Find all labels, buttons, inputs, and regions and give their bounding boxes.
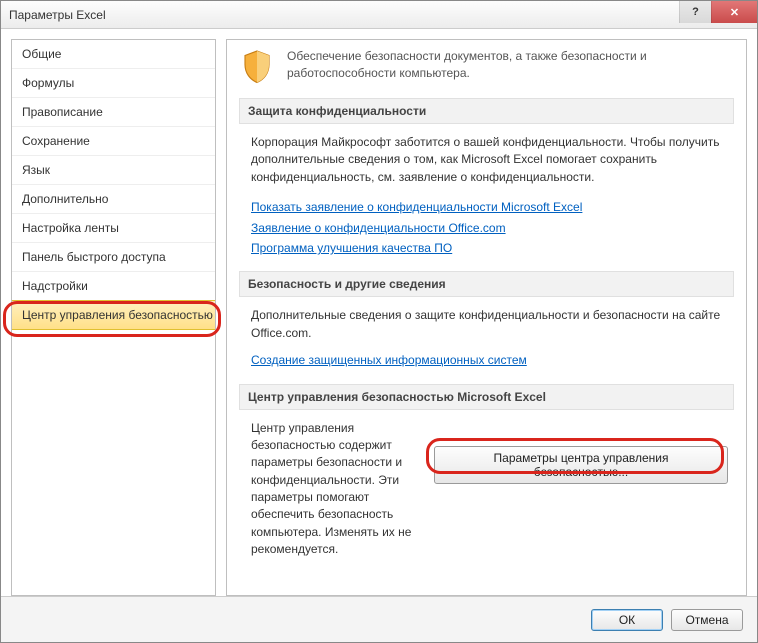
privacy-text: Корпорация Майкрософт заботится о вашей … (251, 134, 728, 186)
trust-center-desc: Центр управления безопасностью содержит … (251, 420, 416, 559)
shield-icon (239, 48, 275, 84)
sidebar: Общие Формулы Правописание Сохранение Яз… (11, 39, 216, 596)
ok-button[interactable]: ОК (591, 609, 663, 631)
content-panel: Обеспечение безопасности документов, а т… (226, 39, 747, 596)
section-header-trust-center: Центр управления безопасностью Microsoft… (239, 384, 734, 410)
close-button[interactable] (711, 1, 757, 23)
sidebar-item-label: Общие (22, 47, 61, 61)
section-header-security: Безопасность и другие сведения (239, 271, 734, 297)
sidebar-item-label: Сохранение (22, 134, 90, 148)
titlebar: Параметры Excel (1, 1, 757, 29)
sidebar-item-label: Настройка ленты (22, 221, 119, 235)
link-trustworthy-computing[interactable]: Создание защищенных информационных систе… (251, 352, 527, 369)
intro-row: Обеспечение безопасности документов, а т… (239, 48, 734, 84)
trust-center-settings-button[interactable]: Параметры центра управления безопасность… (434, 446, 728, 484)
sidebar-item-addins[interactable]: Надстройки (12, 272, 215, 301)
sidebar-item-quick-access[interactable]: Панель быстрого доступа (12, 243, 215, 272)
link-ceip[interactable]: Программа улучшения качества ПО (251, 240, 452, 257)
sidebar-item-trust-center[interactable]: Центр управления безопасностью (11, 300, 216, 330)
sidebar-item-proofing[interactable]: Правописание (12, 98, 215, 127)
sidebar-item-label: Панель быстрого доступа (22, 250, 166, 264)
cancel-button[interactable]: Отмена (671, 609, 743, 631)
intro-text: Обеспечение безопасности документов, а т… (287, 48, 734, 82)
sidebar-item-general[interactable]: Общие (12, 40, 215, 69)
sidebar-item-label: Правописание (22, 105, 103, 119)
sidebar-item-label: Дополнительно (22, 192, 108, 206)
sidebar-item-language[interactable]: Язык (12, 156, 215, 185)
sidebar-item-label: Формулы (22, 76, 74, 90)
security-text: Дополнительные сведения о защите конфиде… (251, 307, 728, 342)
section-header-privacy: Защита конфиденциальности (239, 98, 734, 124)
window-title: Параметры Excel (9, 8, 106, 22)
sidebar-item-label: Язык (22, 163, 50, 177)
link-privacy-officecom[interactable]: Заявление о конфиденциальности Office.co… (251, 220, 506, 237)
dialog-body: Общие Формулы Правописание Сохранение Яз… (1, 29, 757, 596)
section-body-security: Дополнительные сведения о защите конфиде… (239, 307, 734, 383)
sidebar-item-customize-ribbon[interactable]: Настройка ленты (12, 214, 215, 243)
sidebar-item-formulas[interactable]: Формулы (12, 69, 215, 98)
link-privacy-excel[interactable]: Показать заявление о конфиденциальности … (251, 199, 582, 216)
sidebar-item-label: Центр управления безопасностью (22, 308, 213, 322)
dialog-footer: ОК Отмена (1, 596, 757, 642)
section-body-privacy: Корпорация Майкрософт заботится о вашей … (239, 134, 734, 271)
dialog-window: Параметры Excel Общие Формулы Правописан… (0, 0, 758, 643)
sidebar-item-save[interactable]: Сохранение (12, 127, 215, 156)
section-body-trust-center: Центр управления безопасностью содержит … (239, 420, 734, 573)
sidebar-item-label: Надстройки (22, 279, 88, 293)
help-button[interactable] (679, 1, 711, 23)
sidebar-item-advanced[interactable]: Дополнительно (12, 185, 215, 214)
